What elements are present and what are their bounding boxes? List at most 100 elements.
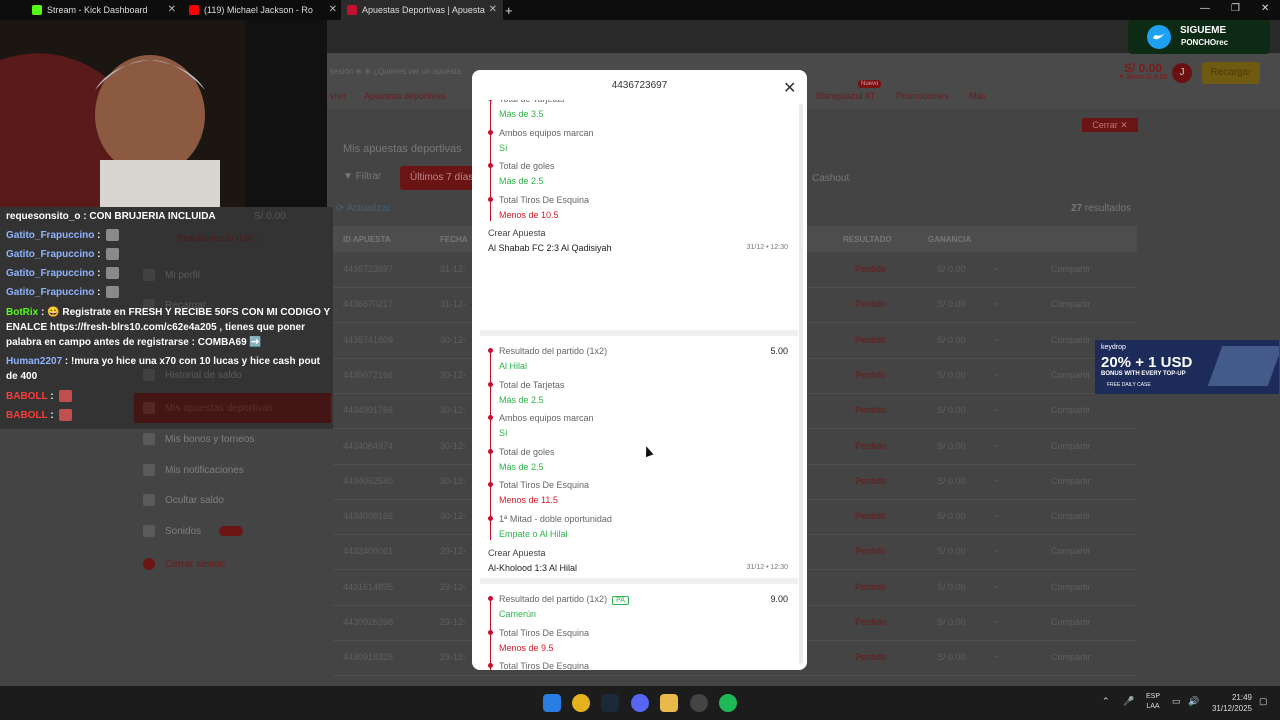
- selection-market: Total Tiros De Esquina: [499, 195, 589, 205]
- sidebar-item-sounds[interactable]: Sonidos: [143, 525, 244, 537]
- tab-apuestas[interactable]: Apuestas Deportivas | Apuesta ✕: [341, 0, 503, 20]
- app-icon[interactable]: [690, 694, 708, 712]
- nav-item[interactable]: Más: [969, 91, 986, 101]
- pa-badge: PA: [612, 596, 629, 605]
- sidebar-item-hide-balance[interactable]: Ocultar saldo: [143, 494, 224, 506]
- chat-username[interactable]: Gatito_Frapuccino: [6, 249, 94, 260]
- chevron-down-icon[interactable]: ⌄: [993, 544, 1001, 555]
- cashout-tab[interactable]: Cashout: [812, 173, 849, 184]
- steam-icon[interactable]: [601, 694, 619, 712]
- selection-pick: Menos de 9.5: [499, 642, 554, 653]
- share-button[interactable]: Compartir: [1051, 652, 1091, 662]
- selection-pick: Más de 3.5: [499, 109, 544, 119]
- chat-username[interactable]: Gatito_Frapuccino: [6, 230, 94, 241]
- chat-username[interactable]: BABOLL: [6, 391, 47, 402]
- new-tab-button[interactable]: +: [505, 0, 519, 20]
- chat-username[interactable]: BotRix: [6, 307, 38, 318]
- sidebar-item-label: Ocultar saldo: [165, 494, 224, 506]
- sidebar-item-bonus[interactable]: Mis bonos y torneos: [143, 433, 255, 445]
- column-header: GANANCIA: [928, 235, 972, 244]
- selection-market: Total de goles: [499, 161, 555, 171]
- sidebar-item-logout[interactable]: Cerrar sesion: [143, 558, 225, 570]
- chat-username[interactable]: Gatito_Frapuccino: [6, 268, 94, 279]
- chevron-down-icon[interactable]: ⌄: [993, 333, 1001, 344]
- share-button[interactable]: Compartir: [1051, 264, 1091, 274]
- chat-separator: :: [62, 356, 72, 367]
- row-result: Perdido: [855, 405, 887, 416]
- close-window-icon[interactable]: ✕: [1261, 3, 1269, 14]
- close-icon[interactable]: ✕: [329, 4, 337, 15]
- tab-kick[interactable]: Stream - Kick Dashboard ✕: [26, 0, 182, 20]
- share-button[interactable]: Compartir: [1051, 370, 1091, 380]
- chevron-down-icon[interactable]: ⌄: [993, 368, 1001, 379]
- chat-message: BotRix : 😀 Registrate en FRESH Y RECIBE …: [6, 305, 331, 350]
- close-icon[interactable]: ✕: [168, 4, 176, 15]
- minimize-icon[interactable]: —: [1200, 3, 1210, 14]
- header-balance: S/ 0.00: [1124, 61, 1163, 75]
- share-button[interactable]: Compartir: [1051, 299, 1091, 309]
- share-button[interactable]: Compartir: [1051, 511, 1091, 521]
- tab-youtube[interactable]: (119) Michael Jackson - Ro ✕: [183, 0, 343, 20]
- share-button[interactable]: Compartir: [1051, 476, 1091, 486]
- chevron-down-icon[interactable]: ⌄: [993, 509, 1001, 520]
- modal-scroll-area[interactable]: Total de Tarjetas Más de 3.5 Ambos equipos…: [480, 100, 798, 670]
- chrome-icon[interactable]: [572, 694, 590, 712]
- recharge-button[interactable]: Recargar: [1202, 62, 1260, 84]
- clock[interactable]: 21:49 31/12/2025: [1208, 692, 1252, 714]
- chevron-down-icon[interactable]: ⌄: [993, 580, 1001, 591]
- filter-button[interactable]: ▼ Filtrar: [343, 171, 381, 182]
- windows-start-icon[interactable]: [543, 694, 561, 712]
- share-button[interactable]: Compartir: [1051, 546, 1091, 556]
- nav-item[interactable]: Promociones: [896, 91, 949, 101]
- selection-market: Ambos equipos marcan: [499, 128, 594, 138]
- chevron-down-icon[interactable]: ⌄: [993, 297, 1001, 308]
- selection-pick: Menos de 11.5: [499, 495, 558, 506]
- chat-username[interactable]: Human2207: [6, 356, 62, 367]
- sidebar-item-notifications[interactable]: Mis notificaciones: [143, 464, 244, 476]
- nav-item[interactable]: vivo: [330, 91, 346, 101]
- chevron-down-icon[interactable]: ⌄: [993, 262, 1001, 273]
- close-icon[interactable]: ✕: [783, 78, 796, 98]
- network-icon[interactable]: ▭: [1172, 696, 1181, 707]
- notification-icon[interactable]: ▢: [1259, 696, 1268, 707]
- selection-market: Resultado del partido (1x2) PA: [499, 594, 629, 605]
- chevron-down-icon[interactable]: ⌄: [993, 439, 1001, 450]
- create-bet-link[interactable]: Crear Apuesta: [488, 228, 546, 238]
- match-name: Al-Kholood 1:3 Al Hilal: [488, 562, 578, 573]
- row-date: 30-12-: [440, 475, 467, 486]
- chat-username[interactable]: requesonsito_o: [6, 211, 80, 222]
- row-gain: S/ 0.00: [937, 581, 966, 592]
- tray-chevron-icon[interactable]: ⌃: [1102, 696, 1110, 707]
- chevron-down-icon[interactable]: ⌄: [993, 650, 1001, 661]
- nav-item[interactable]: Apuestas deportivas: [364, 91, 446, 101]
- avatar[interactable]: J: [1172, 63, 1192, 83]
- chat-username[interactable]: Gatito_Frapuccino: [6, 287, 94, 298]
- sound-toggle[interactable]: [219, 526, 244, 536]
- share-button[interactable]: Compartir: [1051, 617, 1091, 627]
- mic-icon[interactable]: 🎤: [1123, 696, 1134, 707]
- close-icon[interactable]: ✕: [489, 4, 497, 15]
- create-bet-link[interactable]: Crear Apuesta: [488, 548, 546, 558]
- spotify-icon[interactable]: [719, 694, 737, 712]
- selection-pick: Menos de 10.5: [499, 209, 559, 220]
- share-button[interactable]: Compartir: [1051, 335, 1091, 345]
- maximize-icon[interactable]: ❐: [1231, 3, 1240, 14]
- share-button[interactable]: Compartir: [1051, 441, 1091, 451]
- youtube-icon: [189, 5, 199, 15]
- row-result: Perdido: [855, 334, 887, 345]
- chevron-down-icon[interactable]: ⌄: [993, 403, 1001, 414]
- share-button[interactable]: Compartir: [1051, 405, 1091, 415]
- scrollbar[interactable]: [799, 104, 803, 664]
- share-button[interactable]: Compartir: [1051, 582, 1091, 592]
- language-indicator[interactable]: ESP LAA: [1143, 692, 1163, 712]
- refresh-button[interactable]: ⟳ Actualizar: [336, 203, 391, 214]
- chevron-down-icon[interactable]: ⌄: [993, 615, 1001, 626]
- sidebar-item-label: Sonidos: [165, 525, 202, 537]
- discord-icon[interactable]: [631, 694, 649, 712]
- volume-icon[interactable]: 🔊: [1188, 696, 1199, 707]
- close-button[interactable]: Cerrar ✕: [1082, 118, 1138, 132]
- chevron-down-icon[interactable]: ⌄: [993, 474, 1001, 485]
- nav-item[interactable]: Blanquiazul AT: [816, 91, 875, 101]
- chat-username[interactable]: BABOLL: [6, 410, 47, 421]
- folder-icon[interactable]: [660, 694, 678, 712]
